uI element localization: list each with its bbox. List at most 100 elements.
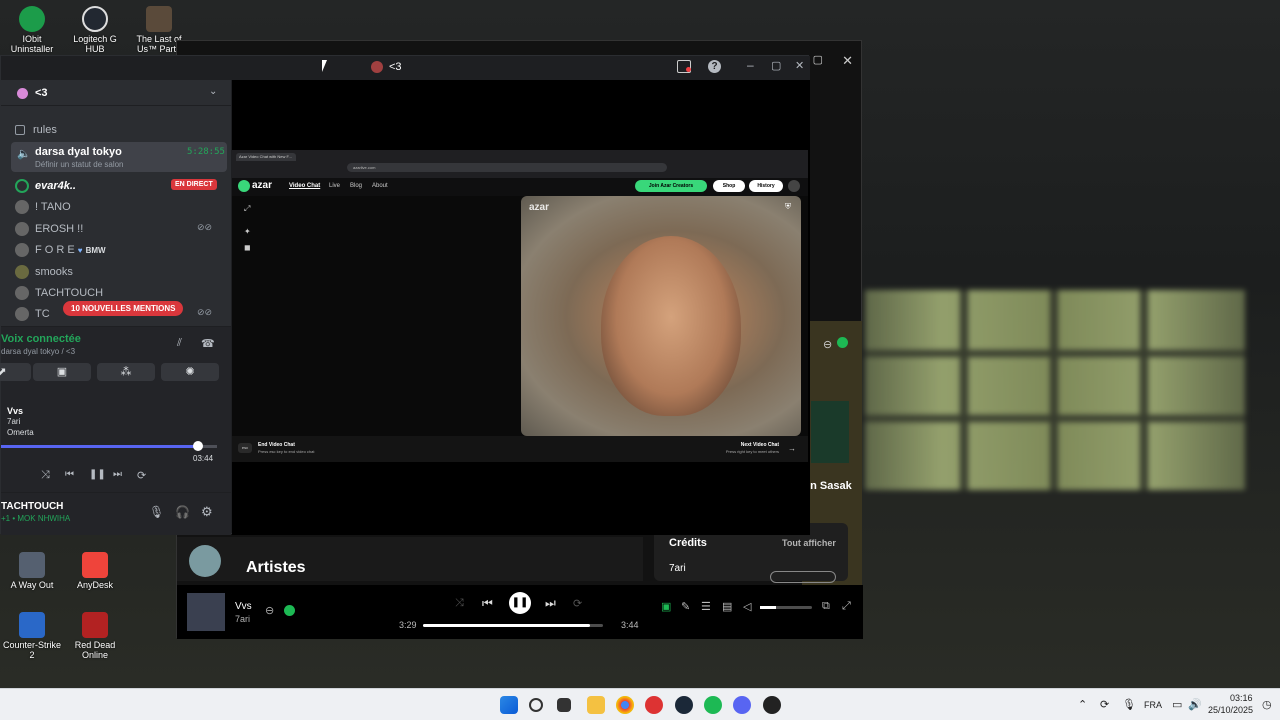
notification-icon[interactable]: ◷ bbox=[1262, 698, 1272, 711]
close-icon[interactable]: ✕ bbox=[795, 59, 804, 72]
close-icon[interactable]: ✕ bbox=[842, 53, 853, 69]
shuffle-icon[interactable]: ⤨ bbox=[455, 597, 464, 610]
voice-location[interactable]: darsa dyal tokyo / <3 bbox=[1, 347, 75, 356]
volume-icon[interactable]: ◁ bbox=[743, 600, 751, 613]
screen-share-icon[interactable] bbox=[677, 60, 691, 73]
spotify-icon[interactable] bbox=[704, 696, 722, 714]
desktop-icon-logitech[interactable]: Logitech G HUB bbox=[63, 6, 127, 54]
nav-video-chat[interactable]: Video Chat bbox=[289, 183, 320, 189]
artist-avatar[interactable] bbox=[189, 545, 221, 577]
channel-rules[interactable]: rules bbox=[15, 124, 57, 136]
desktop-icon-iobit[interactable]: IObit Uninstaller bbox=[0, 6, 64, 54]
repeat-icon[interactable]: ⟳ bbox=[573, 597, 582, 610]
liked-check-icon[interactable] bbox=[284, 605, 295, 616]
previous-icon[interactable]: ⏮ bbox=[482, 596, 493, 611]
browser-tab[interactable]: Azar Video Chat with New F... bbox=[236, 153, 296, 161]
help-icon[interactable]: ? bbox=[708, 60, 721, 73]
user-status[interactable]: +1 • MOK NHWIHA bbox=[1, 514, 70, 523]
end-chat-title[interactable]: End Video Chat bbox=[258, 442, 295, 448]
member-item[interactable]: TACHTOUCH bbox=[15, 286, 103, 300]
expand-icon[interactable]: ⤢ bbox=[244, 204, 250, 214]
azar-brand[interactable]: azar bbox=[252, 180, 272, 191]
sync-icon[interactable]: ⟳ bbox=[1100, 698, 1109, 711]
noise-suppression-icon[interactable]: ⫽ bbox=[177, 337, 182, 350]
progress-track[interactable] bbox=[423, 624, 603, 627]
next-chat-title[interactable]: Next Video Chat bbox=[741, 442, 779, 448]
voice-status[interactable]: Définir un statut de salon bbox=[35, 160, 124, 169]
microphone-icon[interactable]: 🎙 bbox=[149, 505, 164, 519]
maximize-icon[interactable]: ▢ bbox=[771, 59, 781, 72]
saved-check-icon[interactable] bbox=[837, 337, 848, 348]
credit-artist[interactable]: 7ari bbox=[669, 563, 686, 574]
activity-progress-knob[interactable] bbox=[193, 441, 203, 451]
pause-icon[interactable]: ❚❚ bbox=[89, 469, 106, 480]
member-item[interactable]: TC bbox=[15, 307, 50, 321]
player-track[interactable]: Vvs bbox=[235, 601, 252, 612]
address-bar[interactable]: azarlive.com bbox=[347, 163, 667, 172]
chevron-up-icon[interactable]: ⌃ bbox=[1078, 698, 1087, 711]
now-playing-view-icon[interactable]: ▣ bbox=[661, 600, 671, 613]
desktop-icon-rdo[interactable]: Red Dead Online bbox=[63, 612, 127, 660]
minus-circle-icon[interactable]: ⊖ bbox=[823, 338, 832, 351]
clock-time[interactable]: 03:16 bbox=[1230, 693, 1253, 703]
app-icon[interactable] bbox=[763, 696, 781, 714]
desktop-icon-anydesk[interactable]: AnyDesk bbox=[63, 552, 127, 590]
minus-circle-icon[interactable]: ⊖ bbox=[265, 604, 274, 617]
chevron-down-icon[interactable]: ⌄ bbox=[209, 86, 217, 97]
shuffle-icon[interactable]: ⤨ bbox=[41, 469, 50, 482]
sparkle-icon[interactable]: ✦ bbox=[244, 227, 251, 236]
voice-connected-label[interactable]: Voix connectée bbox=[1, 333, 81, 345]
voice-channel-active[interactable]: 🔈 darsa dyal tokyo 5:28:55 Définir un st… bbox=[11, 142, 227, 172]
desktop-icon-cs2[interactable]: Counter-Strike 2 bbox=[0, 612, 64, 660]
repeat-icon[interactable]: ⟳ bbox=[137, 469, 146, 482]
clock-date[interactable]: 25/10/2025 bbox=[1208, 705, 1253, 715]
settings-gear-icon[interactable]: ⚙ bbox=[201, 504, 213, 520]
fullscreen-icon[interactable]: ⤢ bbox=[842, 600, 851, 613]
task-view-icon[interactable] bbox=[557, 698, 571, 712]
devices-icon[interactable]: ▤ bbox=[722, 600, 732, 613]
minimize-icon[interactable]: – bbox=[747, 58, 754, 72]
previous-icon[interactable]: ⏮ bbox=[65, 469, 74, 480]
nav-about[interactable]: About bbox=[372, 183, 388, 189]
volume-icon[interactable]: 🔊 bbox=[1188, 698, 1202, 711]
nav-blog[interactable]: Blog bbox=[350, 183, 362, 189]
member-item[interactable]: EROSH !! bbox=[15, 222, 83, 236]
microphone-icon[interactable]: 🎙 bbox=[1122, 698, 1136, 711]
player-artist[interactable]: 7ari bbox=[235, 614, 250, 624]
profile-avatar[interactable] bbox=[788, 180, 800, 192]
activities-button[interactable]: ⁂ bbox=[97, 363, 155, 381]
activity-progress[interactable] bbox=[1, 445, 217, 448]
maximize-icon[interactable]: ▢ bbox=[813, 53, 823, 66]
headphones-icon[interactable]: 🎧 bbox=[175, 505, 190, 519]
next-icon[interactable]: ⏭ bbox=[113, 469, 122, 480]
camera-button[interactable]: ⬈ bbox=[0, 363, 31, 381]
nav-live[interactable]: Live bbox=[329, 183, 340, 189]
shield-icon[interactable]: ⛨ bbox=[785, 202, 791, 212]
show-all-link[interactable]: Tout afficher bbox=[782, 538, 836, 548]
member-item[interactable]: F O R E ♥ BMW bbox=[15, 243, 106, 257]
next-icon[interactable]: ⏭ bbox=[545, 596, 556, 611]
new-mentions-badge[interactable]: 10 NOUVELLES MENTIONS bbox=[63, 301, 184, 316]
member-item[interactable]: evar4k.. bbox=[15, 179, 76, 193]
join-creators-button[interactable]: Join Azar Creators bbox=[635, 180, 707, 192]
pause-button[interactable]: ❚❚ bbox=[509, 592, 531, 614]
member-item[interactable]: ! TANO bbox=[15, 200, 71, 214]
network-icon[interactable]: ▭ bbox=[1172, 698, 1182, 711]
file-explorer-icon[interactable] bbox=[587, 696, 605, 714]
history-button[interactable]: History bbox=[749, 180, 783, 192]
shop-button[interactable]: Shop bbox=[713, 180, 745, 192]
soundboard-button[interactable]: ✺ bbox=[161, 363, 219, 381]
search-icon[interactable] bbox=[529, 698, 543, 712]
steam-icon[interactable] bbox=[675, 696, 693, 714]
arrow-right-icon[interactable]: → bbox=[788, 444, 796, 453]
user-name[interactable]: TACHTOUCH bbox=[1, 501, 63, 512]
screen-share-button[interactable]: ▣ bbox=[33, 363, 91, 381]
queue-icon[interactable]: ☰ bbox=[701, 600, 711, 613]
member-item[interactable]: smooks bbox=[15, 265, 73, 279]
miniplayer-icon[interactable]: ⧉ bbox=[822, 600, 830, 613]
opera-gx-icon[interactable] bbox=[645, 696, 663, 714]
volume-slider[interactable] bbox=[760, 606, 812, 609]
start-icon[interactable] bbox=[500, 696, 518, 714]
lyrics-icon[interactable]: ✎ bbox=[681, 600, 690, 613]
server-header[interactable]: <3 ⌄ bbox=[1, 80, 231, 106]
